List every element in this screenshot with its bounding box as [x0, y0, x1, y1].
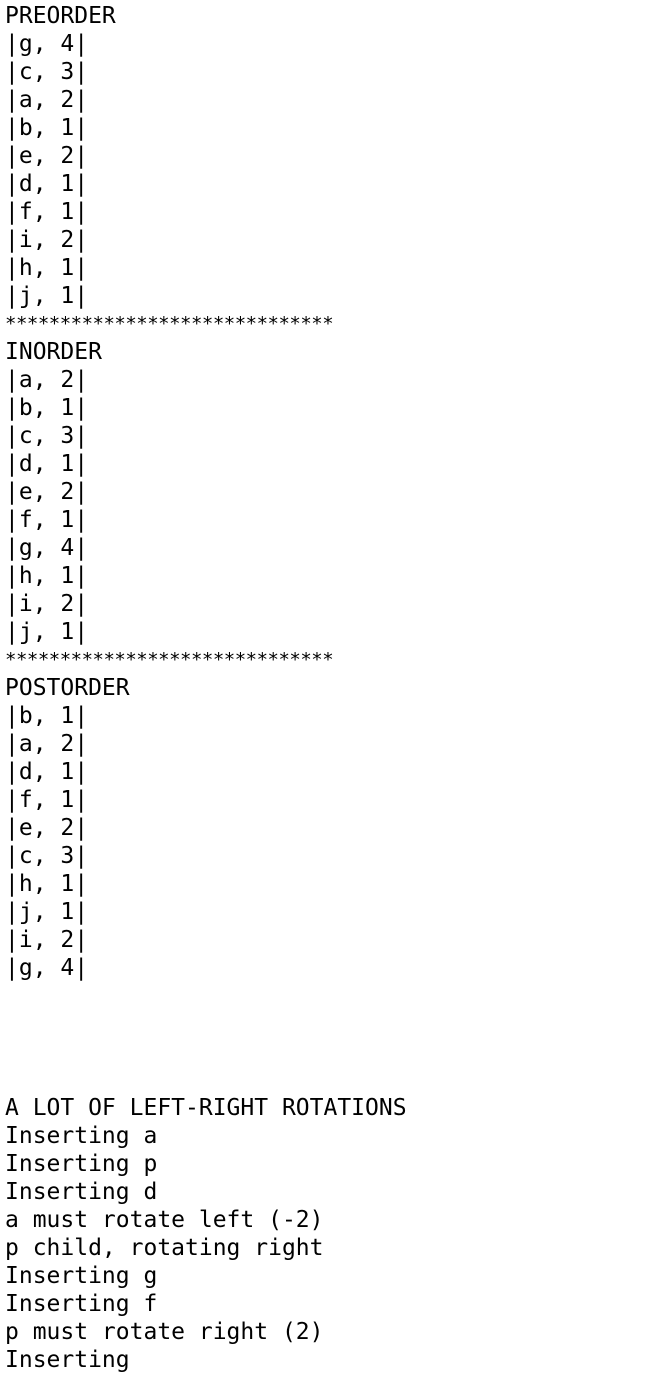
output-line: |e, 2| [5, 815, 89, 841]
output-line: |d, 1| [5, 759, 89, 785]
output-line: |c, 3| [5, 423, 89, 449]
output-line: |f, 1| [5, 199, 89, 225]
output-line: |h, 1| [5, 563, 89, 589]
output-line: |b, 1| [5, 703, 89, 729]
output-line: |a, 2| [5, 87, 89, 113]
output-line: |e, 2| [5, 143, 89, 169]
output-line: |a, 2| [5, 731, 89, 757]
output-line: |g, 4| [5, 535, 89, 561]
output-line: |c, 3| [5, 59, 89, 85]
output-line: Inserting p [5, 1151, 158, 1177]
section-heading: INORDER [5, 339, 102, 365]
section-heading: POSTORDER [5, 675, 130, 701]
output-line: p child, rotating right [5, 1235, 324, 1261]
output-line: p must rotate right (2) [5, 1319, 324, 1345]
output-line: Inserting f [5, 1291, 158, 1317]
output-line: |a, 2| [5, 367, 89, 393]
separator-line: ****************************** [5, 313, 334, 335]
output-line: |h, 1| [5, 255, 89, 281]
output-line: |e, 2| [5, 479, 89, 505]
output-line: |h, 1| [5, 871, 89, 897]
output-line: Inserting [5, 1347, 130, 1373]
output-line: Inserting d [5, 1179, 158, 1205]
output-line: |i, 2| [5, 227, 89, 253]
output-line: |j, 1| [5, 899, 89, 925]
section-heading: A LOT OF LEFT-RIGHT ROTATIONS [5, 1095, 407, 1121]
output-line: |b, 1| [5, 115, 89, 141]
output-line: |d, 1| [5, 451, 89, 477]
output-line: Inserting a [5, 1123, 158, 1149]
output-line: |g, 4| [5, 955, 89, 981]
output-line: |i, 2| [5, 927, 89, 953]
output-line: a must rotate left (-2) [5, 1207, 324, 1233]
output-line: |j, 1| [5, 619, 89, 645]
output-line: |d, 1| [5, 171, 89, 197]
output-line: |b, 1| [5, 395, 89, 421]
output-line: |i, 2| [5, 591, 89, 617]
output-line: |j, 1| [5, 283, 89, 309]
output-line: |g, 4| [5, 31, 89, 57]
terminal-output: PREORDER |g, 4| |c, 3| |a, 2| |b, 1| |e, 2| |d… [5, 2, 645, 1374]
output-line: |f, 1| [5, 787, 89, 813]
section-heading: PREORDER [5, 3, 116, 29]
output-line: Inserting g [5, 1263, 158, 1289]
separator-line: ****************************** [5, 649, 334, 671]
output-line: |f, 1| [5, 507, 89, 533]
output-line: |c, 3| [5, 843, 89, 869]
